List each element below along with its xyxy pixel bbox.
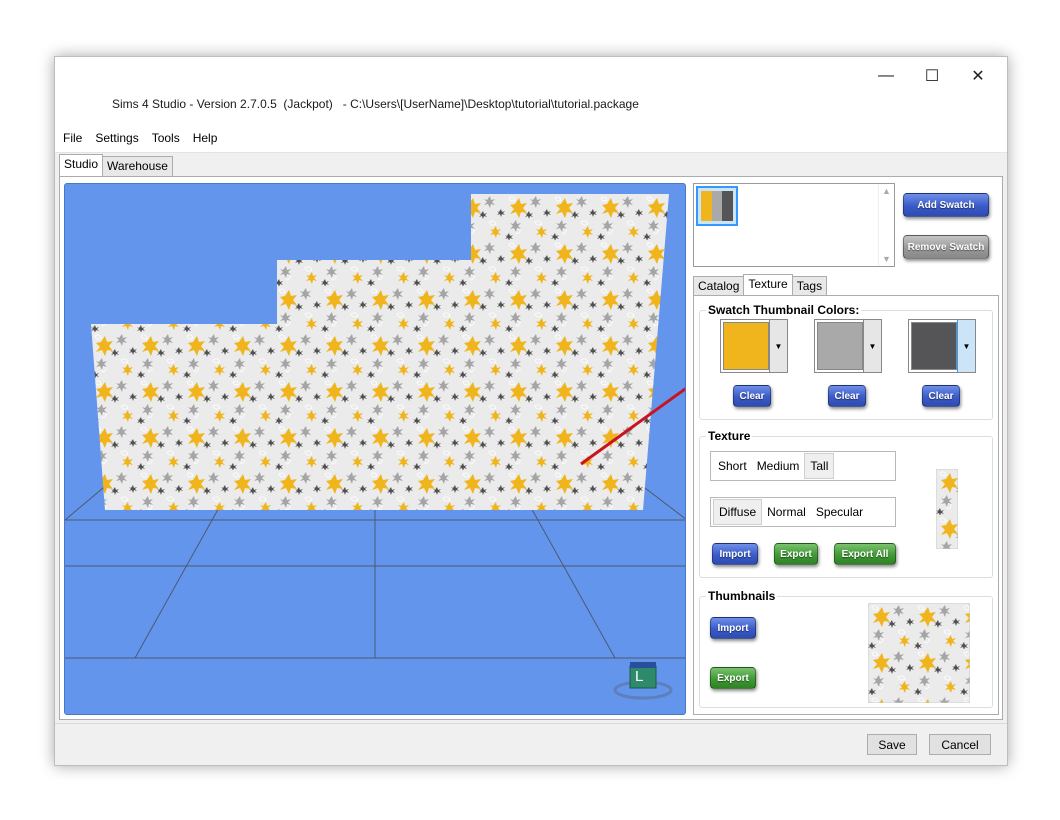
texture-map-selector: Diffuse Normal Specular bbox=[710, 497, 896, 527]
map-normal[interactable]: Normal bbox=[762, 500, 811, 524]
texture-group: Texture Short Medium Tall Diffuse Normal… bbox=[699, 429, 993, 578]
texture-size-selector: Short Medium Tall bbox=[710, 451, 896, 481]
maximize-button[interactable]: ☐ bbox=[909, 61, 955, 91]
map-diffuse[interactable]: Diffuse bbox=[713, 499, 763, 525]
swatch-list-scrollbar[interactable]: ▲ ▼ bbox=[878, 184, 894, 266]
thumbnail-colors-label: Swatch Thumbnail Colors: bbox=[706, 303, 862, 317]
3d-viewport[interactable]: L bbox=[64, 183, 686, 715]
texture-group-label: Texture bbox=[706, 429, 753, 443]
color-picker-3[interactable]: ▼ bbox=[908, 319, 976, 373]
size-tall[interactable]: Tall bbox=[804, 453, 835, 479]
tab-warehouse[interactable]: Warehouse bbox=[102, 156, 173, 176]
main-tabs: Studio Warehouse bbox=[59, 154, 173, 176]
swatch-thumbnail[interactable] bbox=[696, 186, 738, 226]
scroll-down-icon[interactable]: ▼ bbox=[882, 254, 891, 264]
tab-texture[interactable]: Texture bbox=[743, 274, 793, 295]
menu-file[interactable]: File bbox=[63, 131, 82, 145]
right-panel: ▲ ▼ Add Swatch Remove Swatch Catalog Tex… bbox=[692, 183, 1002, 715]
color-swatch-2 bbox=[817, 322, 863, 370]
add-swatch-button[interactable]: Add Swatch bbox=[903, 193, 989, 217]
thumbnail-export-button[interactable]: Export bbox=[710, 667, 756, 689]
wall-preview bbox=[91, 194, 671, 510]
sub-tabs: Catalog Texture Tags bbox=[693, 274, 828, 295]
menu-help[interactable]: Help bbox=[193, 131, 218, 145]
thumbnail-preview bbox=[868, 603, 970, 703]
tab-tags[interactable]: Tags bbox=[791, 276, 828, 295]
title-bar: Sims 4 Studio - Version 2.7.0.5 (Jackpot… bbox=[55, 57, 1007, 123]
scroll-up-icon[interactable]: ▲ bbox=[882, 186, 891, 196]
texture-tab-panel: Swatch Thumbnail Colors: ▼ ▼ ▼ Clear Cle… bbox=[693, 295, 999, 715]
map-specular[interactable]: Specular bbox=[811, 500, 868, 524]
cancel-button[interactable]: Cancel bbox=[929, 734, 991, 755]
avatar-gizmo[interactable]: L bbox=[613, 660, 677, 704]
chevron-down-icon[interactable]: ▼ bbox=[957, 320, 975, 372]
menu-settings[interactable]: Settings bbox=[95, 131, 138, 145]
clear-color-3-button[interactable]: Clear bbox=[922, 385, 960, 407]
color-picker-2[interactable]: ▼ bbox=[814, 319, 882, 373]
color-swatch-3 bbox=[911, 322, 957, 370]
avatar-letter: L bbox=[635, 668, 644, 685]
thumbnails-group: Thumbnails Import Export bbox=[699, 589, 993, 708]
minimize-button[interactable]: — bbox=[863, 61, 909, 91]
clear-color-1-button[interactable]: Clear bbox=[733, 385, 771, 407]
swatch-list[interactable]: ▲ ▼ bbox=[693, 183, 895, 267]
close-button[interactable]: ✕ bbox=[955, 61, 1001, 91]
texture-export-all-button[interactable]: Export All bbox=[834, 543, 896, 565]
clear-color-2-button[interactable]: Clear bbox=[828, 385, 866, 407]
save-button[interactable]: Save bbox=[867, 734, 917, 755]
chevron-down-icon[interactable]: ▼ bbox=[863, 320, 881, 372]
dialog-footer: Save Cancel bbox=[55, 723, 1007, 765]
thumbnail-colors-group: Swatch Thumbnail Colors: ▼ ▼ ▼ Clear Cle… bbox=[699, 303, 993, 420]
remove-swatch-button[interactable]: Remove Swatch bbox=[903, 235, 989, 259]
app-window: Sims 4 Studio - Version 2.7.0.5 (Jackpot… bbox=[54, 56, 1008, 766]
thumbnails-group-label: Thumbnails bbox=[706, 589, 778, 603]
texture-import-button[interactable]: Import bbox=[712, 543, 758, 565]
tab-studio[interactable]: Studio bbox=[59, 154, 104, 176]
studio-content: L ▲ ▼ Add Swatch Remove Swatch Catalog T… bbox=[59, 176, 1003, 720]
size-medium[interactable]: Medium bbox=[752, 454, 805, 478]
swatch-preview-icon bbox=[701, 191, 733, 221]
menu-tools[interactable]: Tools bbox=[152, 131, 180, 145]
size-short[interactable]: Short bbox=[713, 454, 752, 478]
texture-preview-tall bbox=[936, 469, 958, 549]
menu-bar: File Settings Tools Help bbox=[55, 123, 1007, 153]
thumbnail-import-button[interactable]: Import bbox=[710, 617, 756, 639]
window-title: Sims 4 Studio - Version 2.7.0.5 (Jackpot… bbox=[112, 97, 639, 111]
color-picker-1[interactable]: ▼ bbox=[720, 319, 788, 373]
avatar-ring-icon bbox=[613, 662, 673, 700]
chevron-down-icon[interactable]: ▼ bbox=[769, 320, 787, 372]
color-swatch-1 bbox=[723, 322, 769, 370]
tab-catalog[interactable]: Catalog bbox=[693, 276, 745, 295]
wallpaper-texture bbox=[91, 194, 669, 510]
texture-export-button[interactable]: Export bbox=[774, 543, 818, 565]
